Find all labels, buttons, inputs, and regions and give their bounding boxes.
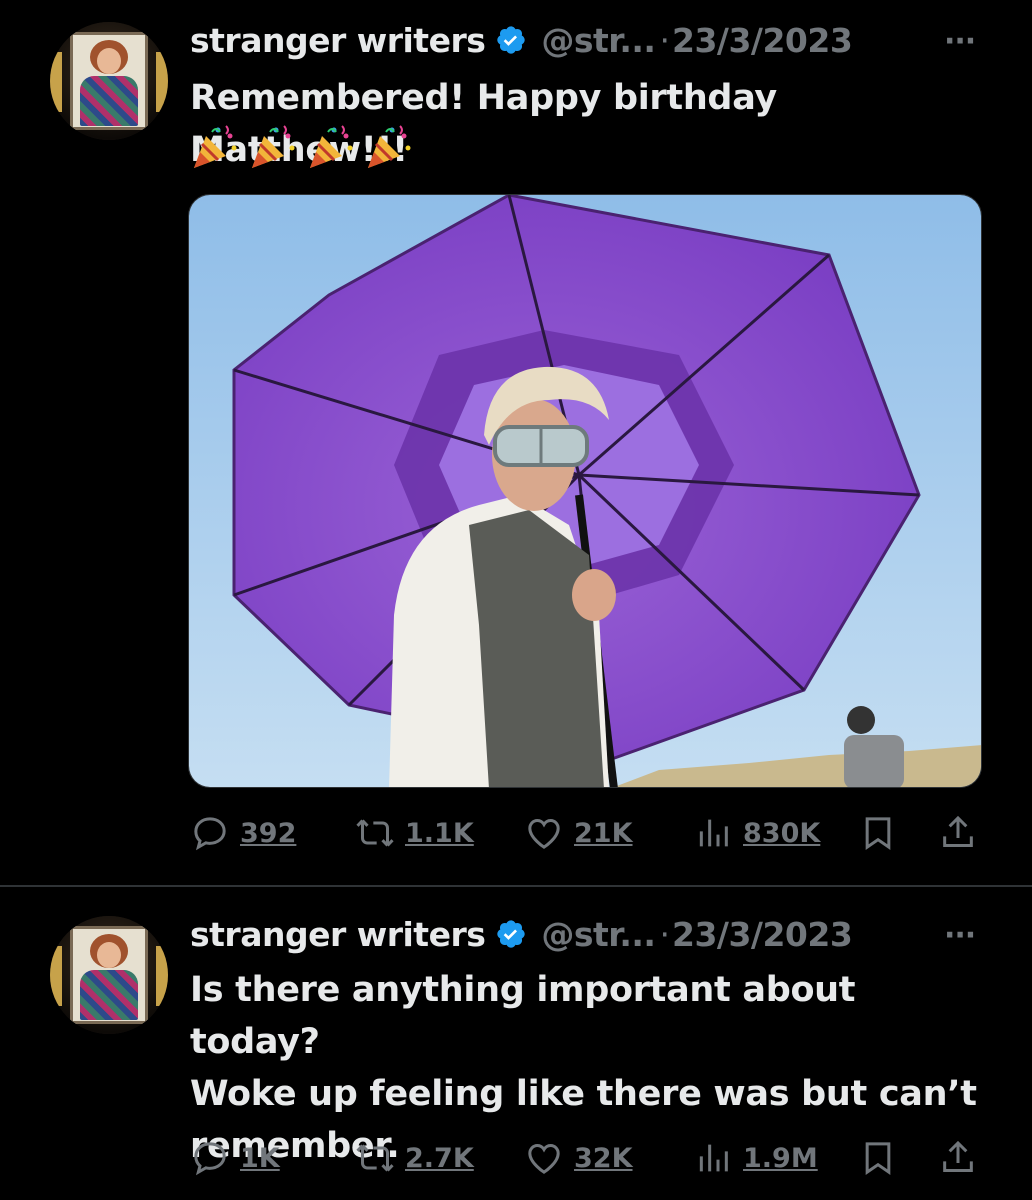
reply-button[interactable]: 392	[190, 808, 296, 858]
party-popper-icon	[252, 125, 295, 168]
more-options-icon[interactable]: ···	[944, 918, 976, 953]
like-count: 32K	[574, 1142, 633, 1174]
like-button[interactable]: 32K	[524, 1133, 633, 1183]
tweet-actions: 1K 2.7K 32K 1.9M	[0, 1133, 1032, 1183]
bookmark-button[interactable]	[858, 1133, 898, 1183]
tweet-date[interactable]: 23/3/2023	[672, 21, 853, 60]
author-handle[interactable]: @str...	[541, 915, 656, 954]
views-button[interactable]: 830K	[693, 808, 820, 858]
views-button[interactable]: 1.9M	[693, 1133, 818, 1183]
tweet-text-line: Woke up feeling like there was but can’t	[190, 1074, 977, 1114]
photo-illustration	[189, 195, 981, 787]
tweet-header: stranger writers @str... · 23/3/2023	[190, 912, 853, 956]
author-name[interactable]: stranger writers	[190, 21, 486, 60]
more-options-icon[interactable]: ···	[944, 24, 976, 59]
tweet-header: stranger writers @str... · 23/3/2023	[190, 18, 853, 62]
avatar[interactable]	[50, 22, 168, 140]
verified-badge-icon	[497, 26, 526, 54]
author-name[interactable]: stranger writers	[190, 915, 486, 954]
bookmark-icon	[865, 817, 891, 851]
retweet-count: 2.7K	[405, 1142, 474, 1174]
like-button[interactable]: 21K	[524, 808, 633, 858]
view-count: 1.9M	[743, 1142, 818, 1174]
tweet-text-line: Is there anything important about today?	[190, 970, 856, 1062]
tweet-photo[interactable]	[188, 194, 982, 788]
share-icon	[943, 815, 973, 847]
share-button[interactable]	[938, 808, 978, 858]
retweet-count: 1.1K	[405, 817, 474, 849]
views-icon	[699, 1144, 728, 1172]
tweet[interactable]: stranger writers @str... · 23/3/2023 ···…	[0, 887, 1032, 1200]
tweet-date[interactable]: 23/3/2023	[672, 915, 853, 954]
reply-icon	[194, 1142, 226, 1176]
emoji-row	[190, 122, 414, 172]
avatar[interactable]	[50, 916, 168, 1034]
author-handle[interactable]: @str...	[541, 21, 656, 60]
share-button[interactable]	[938, 1133, 978, 1183]
heart-icon	[528, 1143, 560, 1174]
reply-count: 1K	[240, 1142, 280, 1174]
reply-icon	[194, 817, 226, 851]
verified-badge-icon	[497, 920, 526, 948]
bookmark-button[interactable]	[858, 808, 898, 858]
share-icon	[943, 1140, 973, 1172]
views-icon	[699, 819, 728, 847]
retweet-button[interactable]: 1.1K	[355, 808, 474, 858]
party-popper-icon	[194, 125, 237, 168]
reply-button[interactable]: 1K	[190, 1133, 280, 1183]
party-popper-icon	[368, 125, 411, 168]
separator: ·	[659, 914, 670, 954]
retweet-icon	[356, 819, 394, 847]
like-count: 21K	[574, 817, 633, 849]
tweet-actions: 392 1.1K 21K 830K	[0, 808, 1032, 858]
separator: ·	[659, 20, 670, 60]
party-popper-icon	[310, 125, 353, 168]
tweet[interactable]: stranger writers @str... · 23/3/2023 ···…	[0, 0, 1032, 885]
bookmark-icon	[865, 1142, 891, 1176]
retweet-icon	[356, 1144, 394, 1172]
reply-count: 392	[240, 817, 297, 849]
view-count: 830K	[743, 817, 821, 849]
retweet-button[interactable]: 2.7K	[355, 1133, 474, 1183]
heart-icon	[528, 818, 560, 849]
